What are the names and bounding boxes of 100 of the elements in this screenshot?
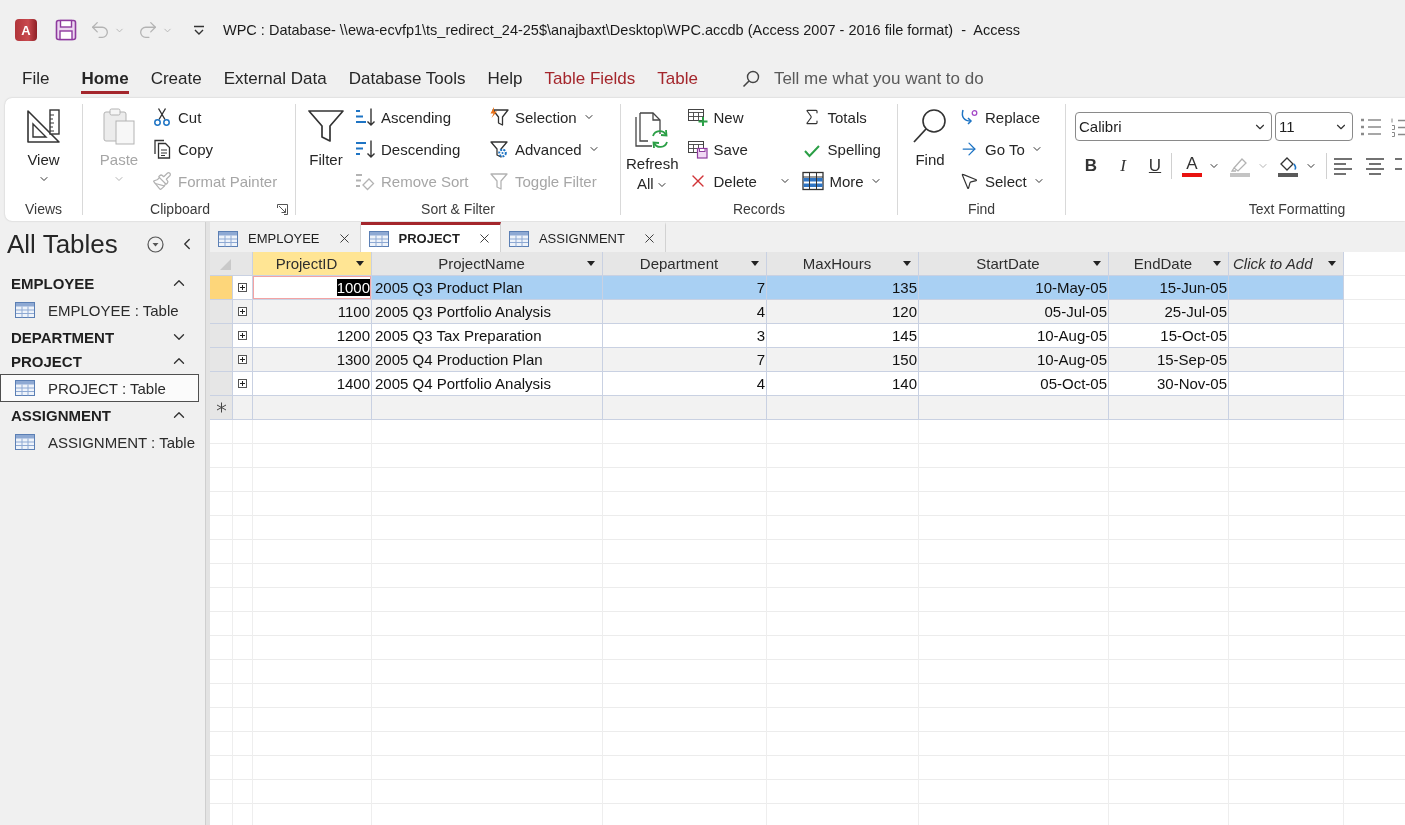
dropdown-arrow-icon[interactable] [1093,261,1101,266]
swatch-bar-icon [1182,173,1202,177]
group-header[interactable]: DEPARTMENT [0,325,205,349]
bullet-list-icon[interactable] [1360,116,1382,137]
group-label: Views [23,201,64,217]
new-record-cell[interactable] [919,396,1109,420]
dropdown-arrow-icon[interactable] [356,261,364,266]
save-button[interactable] [55,19,77,41]
italic-button[interactable]: I [1107,152,1139,180]
app-logo: A [15,19,37,41]
circle-caret-icon [147,235,164,253]
new-record-button[interactable]: New [685,101,746,133]
group-label: Records [731,201,787,217]
eraser-icon [355,171,375,191]
dropdown-arrow-icon[interactable] [1328,261,1336,266]
new-record-cell[interactable] [372,396,603,420]
menu-tab[interactable]: Create [150,64,202,94]
find-button[interactable]: Find [910,98,950,197]
pointer-icon [959,171,979,191]
document-tab[interactable]: PROJECT [360,222,501,252]
column-header[interactable]: EndDate [1109,252,1229,276]
funnel-bolt-icon [489,107,509,127]
sort-descending-icon [355,139,375,159]
select-button[interactable]: Select [957,165,1047,197]
new-record-cell[interactable] [253,396,372,420]
expand-icon[interactable] [238,331,247,340]
menu-tab[interactable]: Table Fields [544,64,636,94]
underline-button[interactable]: U [1139,152,1171,180]
view-button[interactable]: View [17,98,70,197]
group-label: Sort & Filter [420,201,496,217]
menu-tab[interactable]: File [22,64,50,94]
group-header[interactable]: EMPLOYEE [0,271,205,295]
group-header[interactable]: ASSIGNMENT [0,403,205,427]
search-icon [741,70,760,88]
font-size-field[interactable]: 11 [1275,112,1353,141]
pane-menu-button[interactable] [147,235,164,253]
advanced-button[interactable]: Advanced [487,133,602,165]
bold-button[interactable]: B [1075,152,1107,180]
numbered-list-icon[interactable] [1391,116,1405,137]
refresh-all-button[interactable]: Refresh All [626,98,679,197]
menu-tab[interactable]: External Data [223,64,327,94]
table-item[interactable]: ASSIGNMENT : Table [0,428,199,456]
dropdown-arrow-icon[interactable] [751,261,759,266]
group-label: Clipboard [149,201,211,217]
filter-button[interactable]: Filter [306,98,346,197]
scissors-icon [152,107,172,127]
go-to-button[interactable]: Go To [957,133,1045,165]
table-cell: 1000 [253,276,372,300]
menu-tab[interactable]: Table [657,64,698,94]
record-selector[interactable] [210,396,233,420]
column-header[interactable]: StartDate [919,252,1109,276]
dropdown-arrow-icon[interactable] [587,261,595,266]
table-icon [218,230,238,247]
new-record-cell[interactable] [603,396,767,420]
spelling-button[interactable]: Spelling [799,133,883,165]
new-record-cell[interactable] [1229,396,1344,420]
group-header[interactable]: PROJECT [0,349,205,373]
new-record-cell[interactable] [767,396,919,420]
paintbrush-icon [152,171,172,191]
expand-icon[interactable] [238,307,247,316]
column-header[interactable]: MaxHours [767,252,919,276]
pane-title: All Tables [7,228,119,260]
column-header[interactable]: Department [603,252,767,276]
column-header[interactable]: Click to Add [1229,252,1344,276]
column-header[interactable]: ProjectID [253,252,372,276]
save-record-button[interactable]: Save [685,133,750,165]
font-color-button[interactable]: A [1177,152,1225,180]
expand-icon[interactable] [238,379,247,388]
menu-tab[interactable]: Help [487,64,523,94]
table-icon [508,230,529,247]
more-button[interactable]: More [799,165,884,197]
tell-me-field[interactable]: Tell me what you want to do [773,69,1014,89]
menu-tab[interactable]: Database Tools [348,64,466,94]
funnel-icon [489,171,509,191]
copy-button[interactable]: Copy [150,133,216,165]
descending-button[interactable]: Descending [353,133,463,165]
dropdown-arrow-icon[interactable] [903,261,911,266]
menu-tab[interactable]: Home [81,64,129,94]
align-lines-icon [1365,156,1385,176]
expand-icon[interactable] [238,355,247,364]
triangle-icon [220,259,231,270]
undo-icon [89,19,111,41]
table-item[interactable]: EMPLOYEE : Table [0,296,199,324]
ascending-button[interactable]: Ascending [353,101,454,133]
font-name-field[interactable]: Calibri [1075,112,1272,141]
table-icon [15,434,35,450]
cut-button[interactable]: Cut [150,101,204,133]
dialog-launcher-icon[interactable] [277,203,288,215]
new-record-cell[interactable] [1109,396,1229,420]
totals-button[interactable]: Totals [799,101,869,133]
column-header[interactable]: ProjectName [372,252,603,276]
table-item[interactable]: PROJECT : Table [0,374,199,402]
table-grid-icon [801,171,824,191]
window-title: WPC : Database- \\ewa-ecvfp1\ts_redirect_24-25$\anajbaxt\Desktop\WPC.accdb (Access 2007 - 2016 file format) - Access [223,22,1021,38]
expand-icon[interactable] [238,283,247,292]
replace-button[interactable]: Replace [957,101,1043,133]
group-label: Text Formatting [1247,201,1347,217]
dropdown-arrow-icon[interactable] [1213,261,1221,266]
selection-button[interactable]: Selection [487,101,597,133]
delete-button[interactable]: Delete [685,165,793,197]
